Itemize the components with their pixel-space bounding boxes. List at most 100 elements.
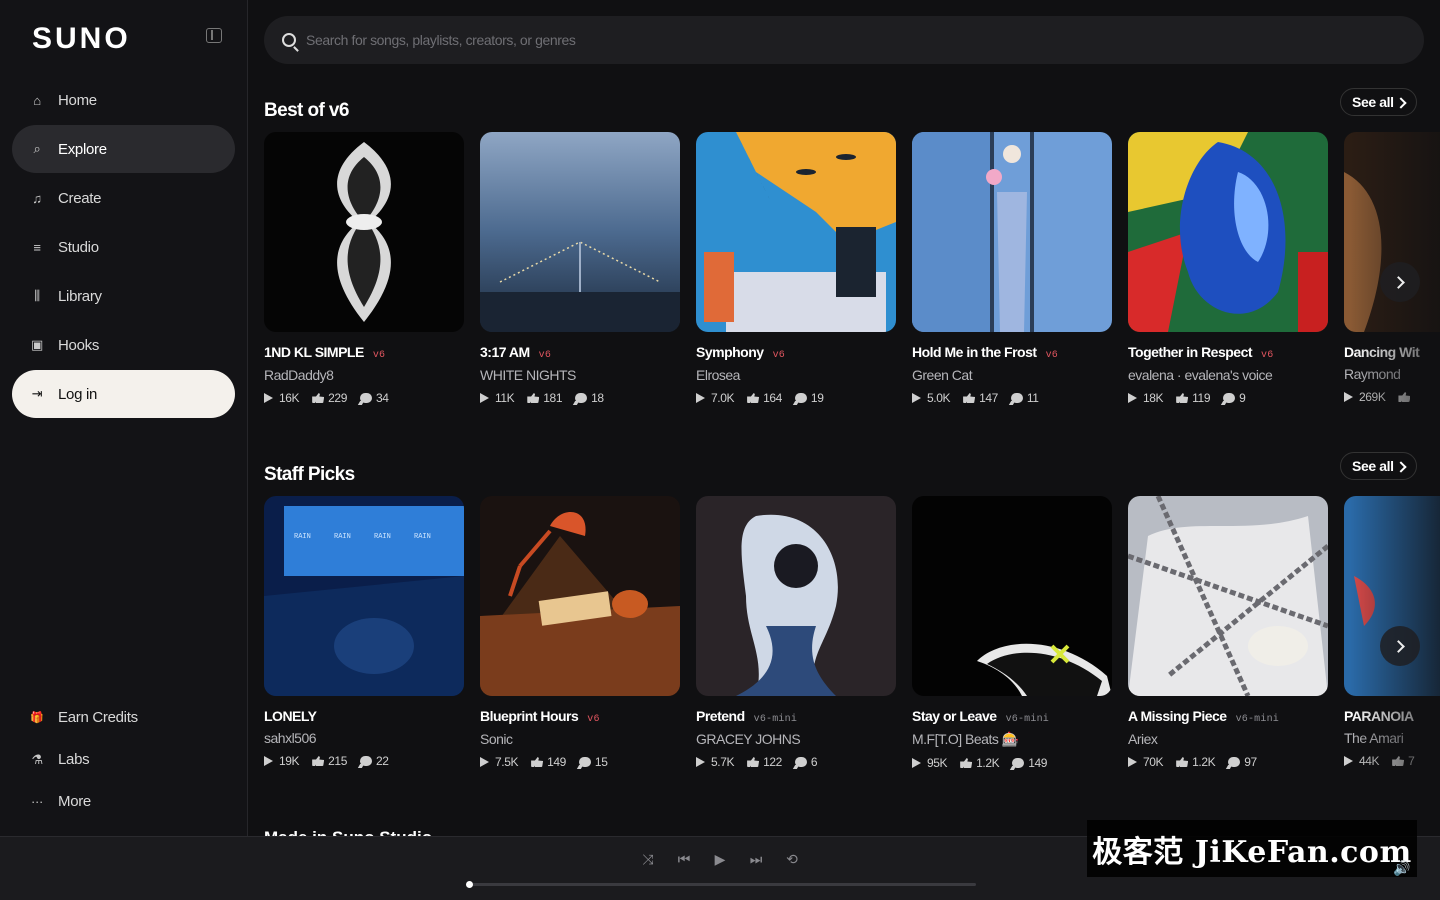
like-icon xyxy=(312,756,325,766)
play-count-icon xyxy=(912,758,921,768)
search-bar[interactable] xyxy=(264,16,1424,64)
song-artist[interactable]: RadDaddy8 xyxy=(264,367,464,383)
like-icon xyxy=(1398,392,1411,402)
login-button[interactable]: ⇥ Log in xyxy=(12,370,235,418)
song-cover-image[interactable]: RAIN RAIN RAIN RAIN xyxy=(264,496,464,696)
search-input[interactable] xyxy=(306,32,1206,48)
sidebar-item-more[interactable]: ··· More xyxy=(12,781,235,822)
comment-count: 149 xyxy=(1028,756,1048,770)
song-artist[interactable]: Raymond xyxy=(1344,366,1440,382)
song-cover-image[interactable] xyxy=(480,132,680,332)
song-title[interactable]: Dancing Wit xyxy=(1344,344,1420,360)
sidebar-item-labs[interactable]: ⚗ Labs xyxy=(12,739,235,780)
song-artist[interactable]: Sonic xyxy=(480,731,680,747)
song-cover-image[interactable] xyxy=(696,132,896,332)
song-stats: 269K xyxy=(1344,390,1440,404)
sidebar-item-hooks[interactable]: ▣ Hooks xyxy=(12,321,235,369)
like-count: 149 xyxy=(547,755,566,769)
song-cover-image[interactable] xyxy=(912,496,1112,696)
song-card[interactable]: Blueprint Hours v6 Sonic 7.5K 149 15 xyxy=(480,496,680,776)
sidebar-item-label: Labs xyxy=(58,751,90,768)
song-artist[interactable]: evalena · evalena's voice xyxy=(1128,367,1328,383)
see-all-button[interactable]: See all xyxy=(1340,452,1417,480)
song-cover-image[interactable] xyxy=(1344,496,1440,696)
song-cover-image[interactable] xyxy=(264,132,464,332)
song-cover-image[interactable] xyxy=(480,496,680,696)
version-badge: v6 xyxy=(538,350,552,361)
song-artist[interactable]: Green Cat xyxy=(912,367,1112,383)
song-card[interactable]: Pretend v6-mini GRACEY JOHNS 5.7K 122 6 xyxy=(696,496,896,776)
comment-count: 97 xyxy=(1244,755,1257,769)
play-count-icon xyxy=(264,756,273,766)
song-title[interactable]: Hold Me in the Frost xyxy=(912,344,1037,360)
like-count: 7 xyxy=(1408,754,1415,768)
play-count: 7.0K xyxy=(711,391,735,405)
comment-icon xyxy=(1223,393,1236,403)
shuffle-icon[interactable]: ⤨ xyxy=(638,851,658,867)
suno-logo[interactable]: SUNO xyxy=(32,22,131,56)
play-icon[interactable]: ▶ xyxy=(710,851,730,867)
play-count: 95K xyxy=(927,756,948,770)
song-card[interactable]: Together in Respect v6 evalena · evalena'… xyxy=(1128,132,1328,412)
song-title[interactable]: Together in Respect xyxy=(1128,344,1253,360)
song-card[interactable]: 3:17 AM v6 WHITE NIGHTS 11K 181 18 xyxy=(480,132,680,412)
song-card[interactable]: A Missing Piece v6-mini Ariex 70K 1.2K 97 xyxy=(1128,496,1328,776)
sidebar-item-explore[interactable]: ⌕ Explore xyxy=(12,125,235,173)
song-title[interactable]: LONELY xyxy=(264,708,317,724)
song-cover-image[interactable] xyxy=(912,132,1112,332)
song-card[interactable]: RAIN RAIN RAIN RAIN LONELY sahxl506 19K 215… xyxy=(264,496,464,776)
play-count: 44K xyxy=(1359,754,1380,768)
carousel-next-button[interactable] xyxy=(1380,626,1420,666)
sidebar-item-label: Library xyxy=(58,287,102,305)
sidebar-item-library[interactable]: ⫼ Library xyxy=(12,272,235,320)
progress-knob[interactable] xyxy=(466,881,473,888)
song-title[interactable]: Stay or Leave xyxy=(912,708,997,724)
song-artist[interactable]: Elrosea xyxy=(696,367,896,383)
song-artist[interactable]: M.F[T.O] Beats 🎰 xyxy=(912,731,1112,748)
song-title[interactable]: PARANOIA xyxy=(1344,708,1414,724)
song-card[interactable]: Stay or Leave v6-mini M.F[T.O] Beats 🎰 95… xyxy=(912,496,1112,776)
comment-icon xyxy=(1012,758,1025,768)
previous-icon[interactable]: ⏮ xyxy=(674,851,694,867)
sidebar-item-studio[interactable]: ≡ Studio xyxy=(12,223,235,271)
like-icon xyxy=(960,758,973,768)
sidebar-item-earn-credits[interactable]: 🎁 Earn Credits xyxy=(12,697,235,738)
song-title[interactable]: Symphony xyxy=(696,344,764,360)
section-title-peek: Made in Suno Studio xyxy=(264,828,444,836)
song-card[interactable]: Symphony v6 Elrosea 7.0K 164 19 xyxy=(696,132,896,412)
song-title[interactable]: A Missing Piece xyxy=(1128,708,1227,724)
sidebar-item-label: More xyxy=(58,793,91,810)
carousel-next-button[interactable] xyxy=(1380,262,1420,302)
next-icon[interactable]: ⏭ xyxy=(746,851,766,867)
version-badge: v6 xyxy=(1045,350,1058,361)
volume-icon[interactable]: 🔊 xyxy=(1393,860,1411,876)
sidebar-item-create[interactable]: ♫ Create xyxy=(12,174,235,222)
song-artist[interactable]: The Amari xyxy=(1344,730,1440,746)
song-artist[interactable]: GRACEY JOHNS xyxy=(696,731,896,747)
repeat-icon[interactable]: ⟲ xyxy=(782,851,802,867)
progress-bar[interactable] xyxy=(466,881,976,888)
play-count-icon xyxy=(1128,393,1137,403)
song-artist[interactable]: sahxl506 xyxy=(264,730,464,746)
song-artist[interactable]: WHITE NIGHTS xyxy=(480,367,680,383)
song-title[interactable]: Pretend xyxy=(696,708,745,724)
song-title[interactable]: 3:17 AM xyxy=(480,344,530,360)
like-icon xyxy=(531,757,544,767)
see-all-button[interactable]: See all xyxy=(1340,88,1417,116)
song-card[interactable]: Hold Me in the Frost v6 Green Cat 5.0K 14… xyxy=(912,132,1112,412)
song-artist[interactable]: Ariex xyxy=(1128,731,1328,747)
song-cover-image[interactable] xyxy=(1128,132,1328,332)
song-cover-image[interactable] xyxy=(696,496,896,696)
sidebar-item-home[interactable]: ⌂ Home xyxy=(12,76,235,124)
like-count: 1.2K xyxy=(976,756,1000,770)
sidebar-item-label: Earn Credits xyxy=(58,709,138,726)
song-card[interactable]: 1ND KL SIMPLE v6 RadDaddy8 16K 229 34 xyxy=(264,132,464,412)
gift-icon: 🎁 xyxy=(30,712,44,724)
login-label: Log in xyxy=(58,385,98,403)
sidebar-collapse-icon[interactable] xyxy=(206,28,222,43)
song-stats: 5.7K 122 6 xyxy=(696,755,896,769)
song-title[interactable]: 1ND KL SIMPLE xyxy=(264,344,364,360)
song-cover-image[interactable] xyxy=(1128,496,1328,696)
song-title[interactable]: Blueprint Hours xyxy=(480,708,579,724)
song-cover-image[interactable] xyxy=(1344,132,1440,332)
